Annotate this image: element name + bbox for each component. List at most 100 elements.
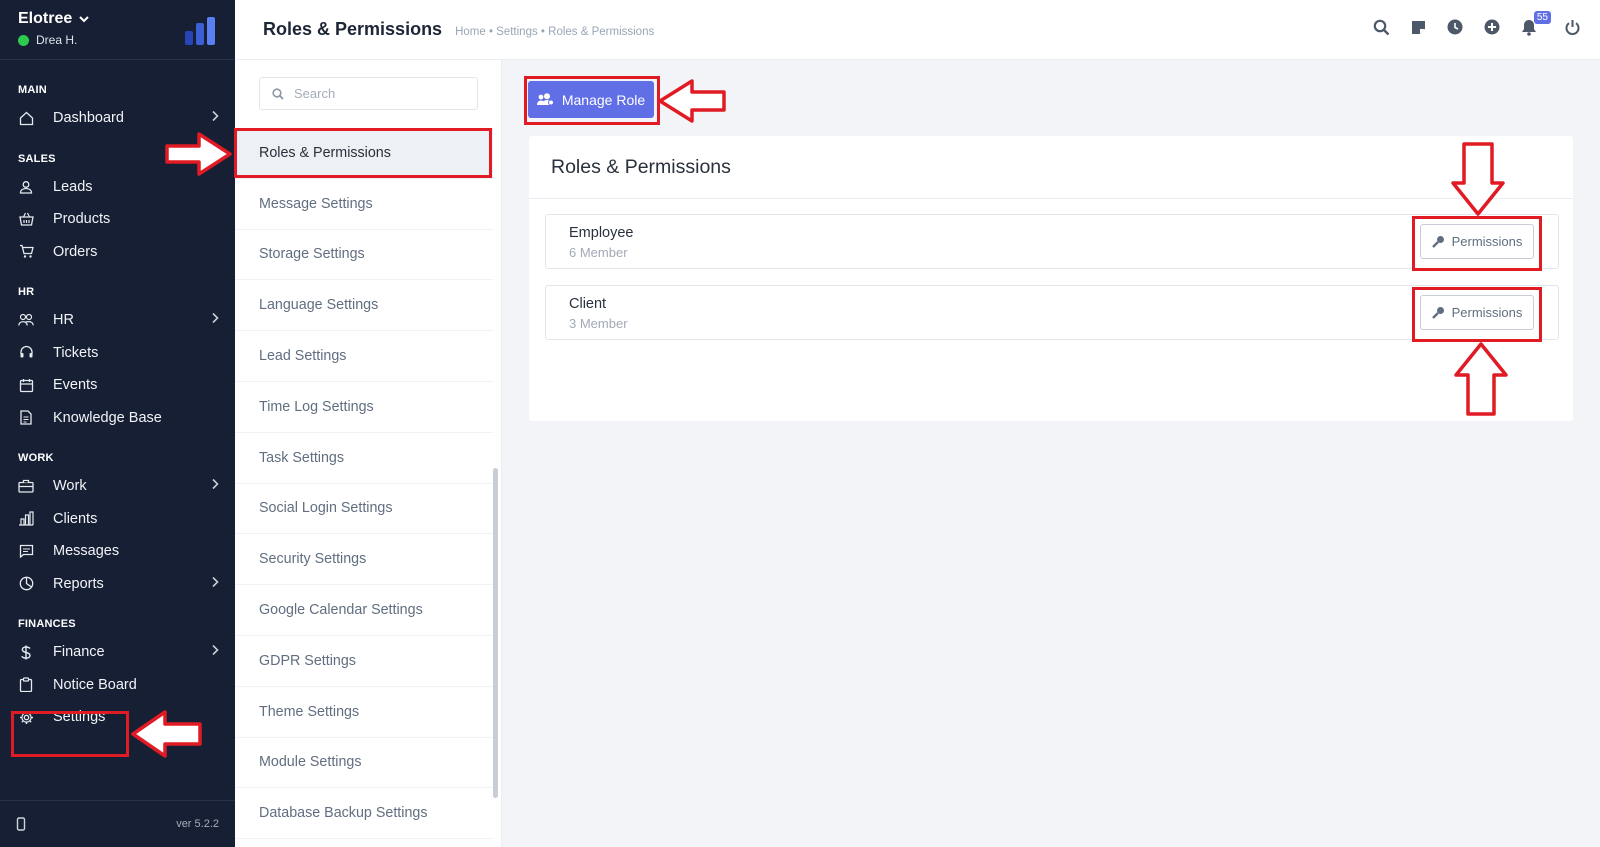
settings-menu-item[interactable]: Lead Settings [235, 331, 493, 382]
plus-circle-icon[interactable] [1482, 17, 1502, 37]
message-icon [18, 543, 34, 559]
sidebar-item-notice-board[interactable]: Notice Board [0, 669, 235, 702]
headset-icon [18, 345, 34, 361]
sidebar-item-finance[interactable]: Finance [0, 636, 235, 669]
settings-menu-item[interactable]: Task Settings [235, 433, 493, 484]
page-title: Roles & Permissions [263, 19, 443, 39]
settings-menu-item[interactable]: Message Settings [235, 179, 493, 230]
sidebar-item-clients[interactable]: Clients [0, 503, 235, 536]
sidebar-item-events[interactable]: Events [0, 369, 235, 402]
highlight-box-manage-role [524, 76, 660, 125]
sidebar-item-label: Knowledge Base [53, 409, 162, 426]
dollar-icon [18, 644, 34, 660]
settings-search-input[interactable] [294, 86, 464, 101]
settings-menu: Roles & PermissionsMessage SettingsStora… [235, 60, 502, 847]
people-icon [18, 312, 34, 328]
app-version: ver 5.2.2 [176, 818, 219, 830]
document-icon [18, 410, 34, 426]
settings-menu-item[interactable]: Time Log Settings [235, 382, 493, 433]
sidebar-item-leads[interactable]: Leads [0, 171, 235, 204]
settings-menu-item[interactable]: GDPR Settings [235, 636, 493, 687]
power-icon[interactable] [1562, 17, 1582, 37]
chevron-right-icon [211, 575, 219, 593]
settings-menu-item[interactable]: Storage Settings [235, 230, 493, 281]
user-name: Drea H. [36, 33, 78, 47]
settings-menu-item[interactable]: Theme Settings [235, 687, 493, 738]
settings-menu-item[interactable]: Language Settings [235, 280, 493, 332]
sidebar-item-label: Clients [53, 510, 98, 527]
sidebar-item-label: Messages [53, 543, 120, 560]
sidebar-item-orders[interactable]: Orders [0, 236, 235, 269]
sidebar-item-label: Dashboard [53, 110, 124, 127]
clock-icon[interactable] [1445, 17, 1465, 37]
chevron-right-icon [211, 311, 219, 329]
sidebar-item-messages[interactable]: Messages [0, 535, 235, 568]
cart-icon [18, 244, 34, 260]
settings-menu-list: Roles & Permissions Message Settings Stora… [235, 128, 493, 840]
building-icon [18, 511, 34, 527]
sidebar-item-label: Leads [53, 178, 93, 195]
chevron-down-icon [79, 16, 89, 23]
sidebar-item-label: Products [53, 211, 111, 228]
sidebar-item-label: HR [53, 312, 74, 329]
top-header: Roles & Permissions Home • Settings • Ro… [235, 0, 1600, 60]
search-icon[interactable] [1371, 17, 1391, 37]
sidebar-item-label: Events [53, 377, 98, 394]
sidebar-item-label: Work [53, 478, 87, 495]
sidebar-item-dashboard[interactable]: Dashboard [0, 102, 235, 135]
calendar-icon [18, 377, 34, 393]
settings-menu-item[interactable]: Database Backup Settings [235, 788, 493, 840]
user-icon [18, 179, 34, 195]
menu-scrollbar[interactable] [493, 468, 498, 798]
nav-section-title: FINANCES [18, 618, 76, 630]
search-icon [272, 87, 284, 100]
briefcase-icon [18, 478, 34, 494]
brand-header: Elotree Drea H. [0, 0, 235, 60]
card-title: Roles & Permissions [529, 136, 1573, 199]
sidebar-item-label: Reports [53, 575, 104, 592]
settings-menu-item[interactable]: Module Settings [235, 738, 493, 789]
clipboard-icon [18, 677, 34, 693]
nav-section-title: SALES [18, 152, 56, 165]
bell-icon[interactable]: 55 [1519, 11, 1551, 37]
header-actions: 55 [1371, 11, 1582, 37]
online-status-dot [18, 34, 29, 46]
settings-menu-item[interactable]: Social Login Settings [235, 484, 493, 535]
role-row-client: Client 3 Member Permissions [545, 285, 1559, 340]
sidebar-item-products[interactable]: Products [0, 203, 235, 236]
sticky-note-icon[interactable] [1408, 17, 1428, 37]
company-name: Elotree [18, 10, 73, 27]
nav-section-title: MAIN [18, 84, 47, 96]
chevron-right-icon [211, 477, 219, 495]
roles-card: Roles & Permissions Employee 6 Member Pe… [529, 136, 1573, 421]
highlight-box-settings [11, 711, 129, 757]
highlight-box-roles-menu [234, 128, 492, 178]
app-logo-icon [185, 17, 215, 45]
sidebar-item-work[interactable]: Work [0, 470, 235, 503]
role-row-employee: Employee 6 Member Permissions [545, 214, 1559, 269]
highlight-box-permissions-client [1412, 287, 1542, 342]
sidebar-item-label: Tickets [53, 344, 99, 361]
nav-section-title: WORK [18, 452, 54, 464]
role-member-count: 3 Member [569, 316, 628, 331]
settings-menu-item[interactable]: Security Settings [235, 534, 493, 586]
sidebar-item-hr[interactable]: HR [0, 304, 235, 337]
role-member-count: 6 Member [569, 245, 628, 260]
sidebar-item-label: Notice Board [53, 676, 137, 693]
main-content: Manage Role Roles & Permissions Employee… [502, 60, 1600, 847]
sidebar-item-reports[interactable]: Reports [0, 568, 235, 601]
sidebar-item-tickets[interactable]: Tickets [0, 337, 235, 370]
mobile-icon[interactable] [16, 817, 26, 831]
role-name: Client [569, 296, 607, 312]
chevron-right-icon [211, 109, 219, 127]
sidebar-item-label: Orders [53, 243, 98, 260]
breadcrumb: Home • Settings • Roles & Permissions [455, 25, 655, 38]
sidebar-nav: MAIN Dashboard SALES Leads Products Orders HR H… [0, 84, 235, 734]
pie-chart-icon [18, 576, 34, 592]
nav-section-title: HR [18, 286, 35, 298]
settings-search [259, 77, 478, 110]
sidebar-footer: ver 5.2.2 [0, 800, 235, 847]
chevron-right-icon [211, 643, 219, 661]
settings-menu-item[interactable]: Google Calendar Settings [235, 585, 493, 636]
sidebar-item-knowledge-base[interactable]: Knowledge Base [0, 402, 235, 435]
